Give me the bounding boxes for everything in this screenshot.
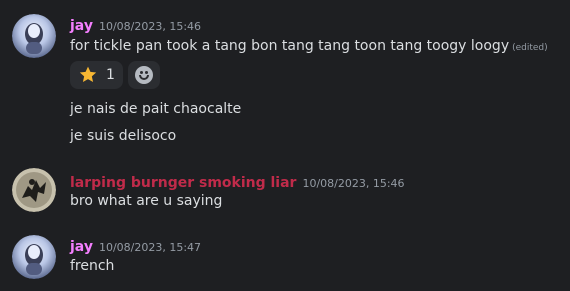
smiley-icon [134,66,153,84]
timestamp: 10/08/2023, 15:46 [302,177,405,190]
jay-avatar-icon [12,235,56,279]
liar-avatar-icon [12,168,56,212]
message-line: french [70,258,115,274]
edited-label: (edited) [512,43,548,53]
timestamp: 10/08/2023, 15:47 [98,241,202,254]
star-icon [79,66,97,82]
avatar[interactable] [12,168,56,212]
avatar[interactable] [12,235,56,279]
message-text: for tickle pan took a tang bon tang tang… [70,38,548,54]
reaction-star[interactable]: 1 [70,61,123,89]
timestamp: 10/08/2023, 15:46 [98,20,202,33]
message-line: je suis delisoco [70,128,177,144]
add-reaction-button[interactable] [127,61,160,89]
jay-avatar-icon [12,14,56,58]
username[interactable]: jay [70,18,93,34]
message-line: for tickle pan took a tang bon tang tang… [70,38,510,54]
username[interactable]: jay [70,239,93,255]
reactions: 1 [70,61,160,89]
reaction-count: 1 [106,67,115,83]
message-line: bro what are u saying [70,193,223,209]
message-line: je nais de pait chaocalte [70,101,242,117]
avatar[interactable] [12,14,56,58]
chat-messages: jay 10/08/2023, 15:46 for tickle pan took… [0,0,570,291]
username[interactable]: larping burnger smoking liar [70,175,296,191]
